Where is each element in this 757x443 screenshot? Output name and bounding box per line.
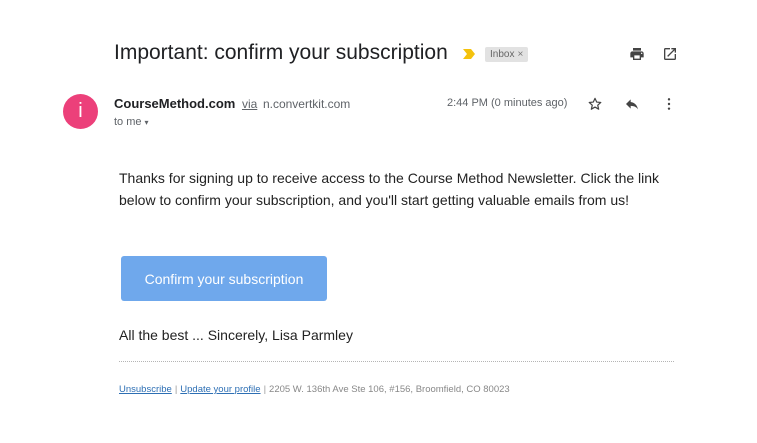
inbox-label: Inbox × [485, 47, 529, 62]
via-domain: n.convertkit.com [262, 97, 351, 111]
email-timestamp: 2:44 PM (0 minutes ago) [447, 97, 568, 109]
recipient-text: to me [114, 116, 142, 128]
sender-line: CourseMethod.com via n.convertkit.com [114, 96, 350, 111]
open-in-new-window-icon[interactable] [662, 46, 678, 62]
message-signoff: All the best ... Sincerely, Lisa Parmley [119, 327, 353, 343]
footer-divider [119, 361, 674, 362]
footer-address: 2205 W. 136th Ave Ste 106, #156, Broomfi… [269, 384, 510, 395]
message-body: Thanks for signing up to receive access … [119, 170, 660, 208]
reply-icon[interactable] [624, 96, 640, 112]
confirm-subscription-button[interactable]: Confirm your subscription [121, 256, 327, 301]
print-icon[interactable] [629, 46, 645, 62]
via-link[interactable]: via [242, 97, 257, 111]
unsubscribe-link[interactable]: Unsubscribe [119, 384, 172, 395]
recipient-details-toggle[interactable]: to me ▾ [114, 116, 149, 128]
update-profile-link[interactable]: Update your profile [180, 384, 260, 395]
star-icon[interactable] [587, 96, 603, 112]
footer-separator: | [263, 384, 267, 395]
sender-avatar[interactable]: i [63, 94, 98, 129]
more-vertical-icon[interactable] [661, 96, 677, 112]
footer-separator: | [174, 384, 178, 395]
email-subject: Important: confirm your subscription [114, 41, 448, 64]
email-footer: Unsubscribe | Update your profile | 2205 W. … [119, 384, 510, 395]
chevron-down-icon: ▾ [144, 118, 149, 127]
inbox-label-text: Inbox [490, 49, 515, 60]
sender-name[interactable]: CourseMethod.com [114, 96, 235, 111]
important-marker-icon[interactable] [462, 48, 476, 60]
remove-label-button[interactable]: × [517, 49, 523, 60]
